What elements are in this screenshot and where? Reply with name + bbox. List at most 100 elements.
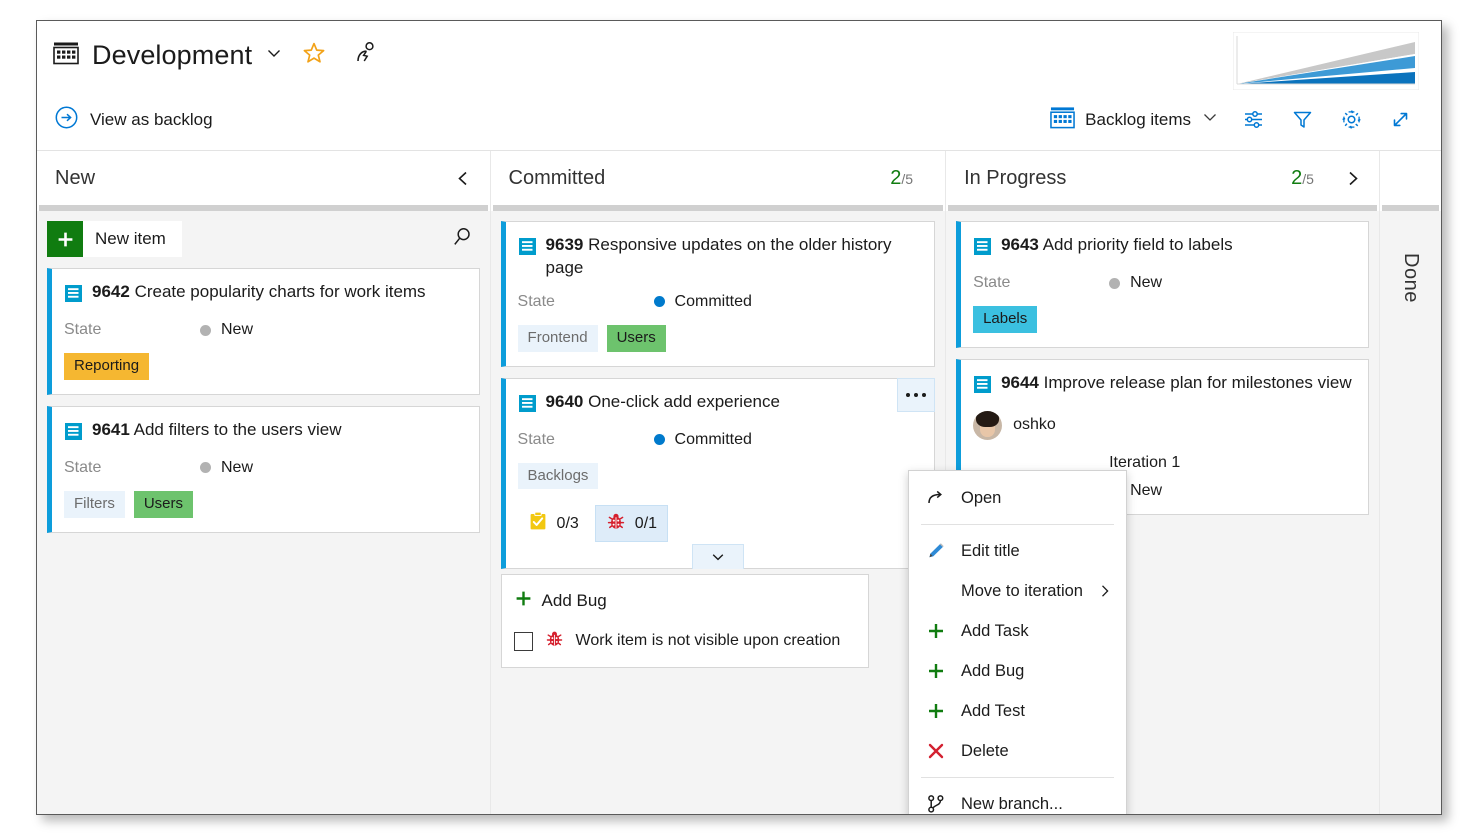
tag[interactable]: Filters bbox=[64, 490, 125, 518]
settings-button[interactable] bbox=[1327, 100, 1376, 139]
chevron-right-icon bbox=[1098, 584, 1112, 598]
task-counter[interactable]: 0/3 bbox=[518, 506, 589, 541]
menu-separator bbox=[921, 524, 1114, 525]
menu-separator bbox=[921, 777, 1114, 778]
card-tags: Reporting bbox=[64, 353, 465, 380]
visibility-checkbox[interactable] bbox=[513, 631, 533, 651]
tag[interactable]: Frontend bbox=[517, 324, 598, 352]
board-header: Development bbox=[37, 21, 1441, 91]
card-title-row: 9640 One-click add experience bbox=[518, 391, 921, 418]
card-tags: Labels bbox=[973, 306, 1354, 333]
backlog-item-icon bbox=[518, 234, 537, 261]
backlog-item-icon bbox=[64, 281, 83, 308]
new-item-button[interactable]: New item bbox=[47, 221, 182, 257]
tag[interactable]: Users bbox=[606, 324, 666, 352]
cumulative-flow-chart[interactable] bbox=[1232, 31, 1420, 91]
board-column-done[interactable]: Done bbox=[1379, 151, 1441, 814]
ellipsis-dot bbox=[922, 392, 927, 397]
task-counter-text: 0/3 bbox=[556, 514, 579, 532]
backlog-item-icon bbox=[518, 391, 537, 418]
card-title-row: 9641 Add filters to the users view bbox=[64, 419, 465, 446]
wip-current: 2 bbox=[1291, 166, 1303, 189]
card-title-row: 9643 Add priority field to labels bbox=[973, 234, 1354, 261]
menu-item-new-branch[interactable]: New branch... bbox=[909, 784, 1126, 814]
card-id: 9643 bbox=[1001, 235, 1039, 254]
card-id: 9640 bbox=[545, 391, 584, 411]
board-settings-sliders-button[interactable] bbox=[1229, 100, 1278, 139]
card-id: 9639 bbox=[545, 235, 584, 254]
board-card[interactable]: 9640 One-click add experience State Comm… bbox=[500, 377, 936, 570]
chevron-down-icon[interactable] bbox=[265, 44, 283, 67]
field-value[interactable]: New bbox=[200, 459, 253, 477]
board-grid-icon bbox=[1050, 105, 1075, 135]
tag[interactable]: Reporting bbox=[64, 353, 150, 380]
board-card[interactable]: 9643 Add priority field to labels State … bbox=[956, 221, 1369, 348]
state-text: Committed bbox=[674, 430, 752, 448]
board-grid-icon bbox=[53, 41, 79, 70]
bug-counter[interactable]: 0/1 bbox=[594, 505, 669, 543]
backlog-level-selector[interactable]: Backlog items bbox=[1040, 99, 1229, 141]
card-title-text: Responsive updates on the older history … bbox=[545, 235, 892, 277]
card-assignee-row[interactable]: oshko bbox=[973, 410, 1354, 440]
wip-counter: 2/5 bbox=[890, 167, 913, 190]
fullscreen-button[interactable] bbox=[1376, 100, 1425, 139]
tag[interactable]: Backlogs bbox=[517, 462, 599, 490]
card-tags: Backlogs bbox=[517, 462, 921, 490]
card-title: 9641 Add filters to the users view bbox=[92, 419, 342, 442]
column-header-done bbox=[1380, 151, 1441, 205]
column-header-in-progress: In Progress 2/5 bbox=[946, 151, 1379, 205]
menu-item-delete[interactable]: Delete bbox=[909, 731, 1126, 771]
new-item-label: New item bbox=[95, 229, 166, 248]
board-column-committed: Committed 2/5 9639 Responsive updates on… bbox=[490, 151, 947, 814]
board-card[interactable]: 9641 Add filters to the users view State… bbox=[47, 405, 480, 533]
field-value[interactable]: Committed bbox=[653, 430, 752, 449]
visibility-checkbox-label: Work item is not visible upon creation bbox=[575, 632, 841, 649]
field-value[interactable]: New bbox=[200, 321, 253, 339]
column-title: In Progress bbox=[964, 166, 1067, 189]
state-text: New bbox=[1130, 481, 1163, 499]
card-tags: Filters Users bbox=[64, 490, 465, 518]
menu-item-add-task[interactable]: Add Task bbox=[909, 611, 1126, 651]
funnel-icon bbox=[1291, 108, 1314, 131]
menu-item-add-test[interactable]: Add Test bbox=[909, 691, 1126, 731]
menu-item-move-to-iteration[interactable]: Move to iteration bbox=[909, 571, 1126, 611]
card-context-menu-button[interactable] bbox=[897, 377, 936, 412]
avatar bbox=[973, 410, 1003, 440]
column-title: Committed bbox=[508, 166, 606, 189]
card-title-text: Improve release plan for milestones view bbox=[1043, 372, 1352, 392]
page-title[interactable]: Development bbox=[92, 40, 252, 71]
card-field-state: State New bbox=[64, 321, 465, 339]
view-as-backlog-label: View as backlog bbox=[90, 109, 213, 129]
card-title: 9640 One-click add experience bbox=[546, 391, 780, 414]
plus-icon bbox=[514, 589, 533, 613]
tag[interactable]: Labels bbox=[973, 306, 1038, 333]
field-value[interactable]: Committed bbox=[653, 293, 752, 311]
backlog-level-label: Backlog items bbox=[1085, 109, 1191, 129]
add-bug-button[interactable]: Add Bug bbox=[514, 589, 858, 613]
column-collapse-button[interactable] bbox=[455, 170, 472, 187]
arrow-circle-right-icon bbox=[55, 106, 78, 134]
board-card[interactable]: 9642 Create popularity charts for work i… bbox=[47, 268, 480, 395]
menu-item-edit-title[interactable]: Edit title bbox=[909, 531, 1126, 571]
view-as-backlog-button[interactable]: View as backlog bbox=[55, 106, 213, 134]
backlog-item-icon bbox=[973, 372, 992, 399]
star-icon[interactable] bbox=[296, 41, 326, 70]
ellipsis-dot bbox=[906, 392, 911, 397]
menu-item-open[interactable]: Open bbox=[909, 478, 1126, 518]
field-value[interactable]: New bbox=[1109, 274, 1162, 292]
menu-item-label: Open bbox=[961, 488, 1002, 507]
card-title: 9643 Add priority field to labels bbox=[1001, 234, 1233, 257]
visibility-checkbox-row[interactable]: Work item is not visible upon creation bbox=[513, 629, 858, 653]
plus-icon bbox=[925, 660, 947, 682]
column-expand-button[interactable] bbox=[1344, 170, 1361, 187]
people-icon[interactable] bbox=[339, 41, 377, 70]
menu-item-label: Add Test bbox=[961, 701, 1025, 720]
card-expand-toggle[interactable] bbox=[691, 544, 744, 570]
board-card[interactable]: 9639 Responsive updates on the older his… bbox=[500, 221, 936, 367]
new-item-row: New item bbox=[47, 221, 480, 257]
menu-item-add-bug[interactable]: Add Bug bbox=[909, 651, 1126, 691]
filter-button[interactable] bbox=[1278, 100, 1327, 139]
azure-devops-board-window: Development View as backlog Backlog item… bbox=[36, 20, 1442, 815]
tag[interactable]: Users bbox=[133, 490, 194, 518]
search-icon[interactable] bbox=[450, 225, 480, 254]
